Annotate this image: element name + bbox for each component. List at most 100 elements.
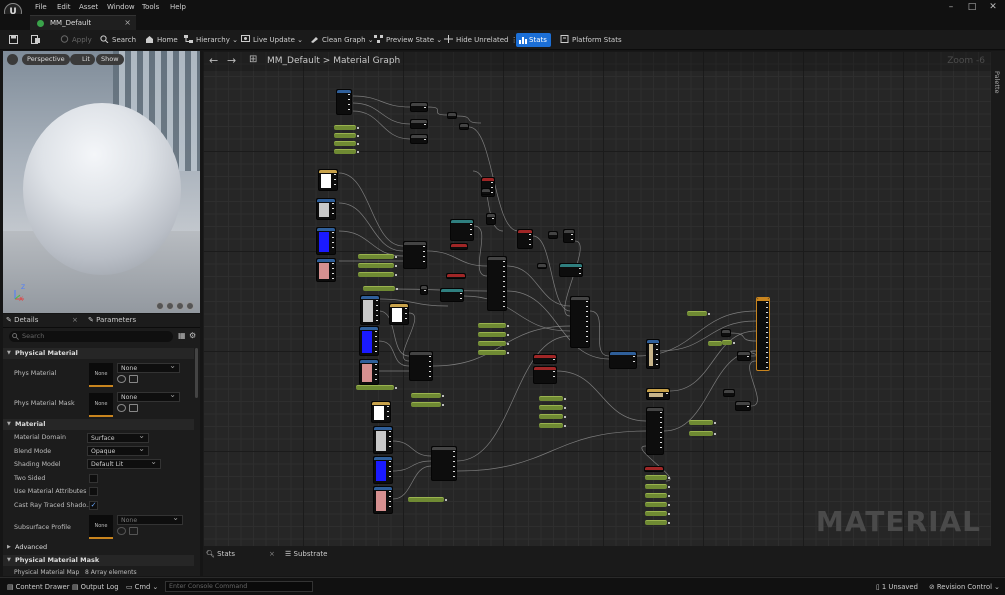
- graph-node[interactable]: [389, 303, 409, 325]
- minimize-button[interactable]: –: [944, 2, 958, 12]
- graph-node[interactable]: [486, 213, 496, 225]
- constant-node[interactable]: [689, 420, 716, 425]
- graph-node[interactable]: [723, 389, 735, 397]
- phys-material-dropdown[interactable]: None: [117, 361, 180, 373]
- menu-window[interactable]: Window: [107, 3, 135, 11]
- graph-node[interactable]: [487, 256, 507, 311]
- graph-node[interactable]: [373, 426, 393, 454]
- constant-node[interactable]: [356, 385, 397, 390]
- palette-tab[interactable]: Palette: [993, 71, 1001, 94]
- graph-node[interactable]: [318, 169, 338, 191]
- details-scrollbar[interactable]: [195, 348, 198, 398]
- browse-profile-icon[interactable]: [129, 527, 138, 535]
- use-selected-mask-icon[interactable]: [117, 404, 126, 412]
- constant-node[interactable]: [411, 402, 444, 407]
- graph-node[interactable]: [316, 258, 336, 282]
- show-button[interactable]: Show: [96, 54, 124, 65]
- constant-node[interactable]: [539, 405, 566, 410]
- save-icon[interactable]: [9, 35, 18, 46]
- constant-node[interactable]: [539, 396, 566, 401]
- graph-node[interactable]: [409, 351, 433, 381]
- lit-button[interactable]: Lit: [70, 54, 95, 65]
- cmd-button[interactable]: ▭ Cmd ⌄: [126, 583, 158, 591]
- tab-substrate[interactable]: ☰ Substrate: [285, 550, 327, 558]
- constant-node[interactable]: [722, 340, 735, 345]
- perspective-button[interactable]: Perspective: [22, 54, 70, 65]
- two-sided-checkbox[interactable]: [89, 474, 98, 483]
- back-arrow-icon[interactable]: ←: [209, 54, 218, 67]
- graph-node[interactable]: [646, 339, 660, 369]
- graph-node[interactable]: [359, 359, 379, 385]
- graph-node[interactable]: [371, 401, 391, 423]
- constant-node[interactable]: [645, 475, 670, 480]
- tab-close-button[interactable]: ×: [124, 18, 131, 27]
- menu-tools[interactable]: Tools: [142, 3, 159, 11]
- material-domain-dropdown[interactable]: Surface: [87, 431, 149, 443]
- section-material[interactable]: ▼ Material: [3, 419, 194, 430]
- constant-node[interactable]: [334, 141, 359, 146]
- home-button[interactable]: Home: [145, 35, 178, 44]
- output-log-button[interactable]: ▤ Output Log: [72, 583, 119, 591]
- graph-hierarchy-icon[interactable]: ⊞: [249, 54, 257, 65]
- graph-node[interactable]: [646, 407, 664, 455]
- subsurface-profile-thumbnail[interactable]: None: [89, 515, 113, 539]
- graph-node[interactable]: [646, 388, 670, 400]
- graph-node[interactable]: [459, 123, 469, 130]
- shading-model-dropdown[interactable]: Default Lit: [87, 457, 161, 469]
- menu-help[interactable]: Help: [170, 3, 186, 11]
- graph-node[interactable]: [559, 263, 583, 277]
- preview-state-button[interactable]: Preview State ⌄: [374, 35, 442, 44]
- cylinder-preview-icon[interactable]: [156, 302, 164, 310]
- constant-node[interactable]: [645, 511, 670, 516]
- cast-ray-traced-shadows-checkbox[interactable]: ✓: [89, 501, 98, 510]
- live-update-button[interactable]: Live Update ⌄: [241, 35, 303, 44]
- material-graph-canvas[interactable]: ← → ⊞ MM_Default > Material Graph Zoom -…: [203, 51, 991, 546]
- graph-node[interactable]: [533, 366, 557, 384]
- graph-node[interactable]: [431, 446, 457, 481]
- viewport-menu-button[interactable]: [7, 54, 18, 65]
- blend-mode-dropdown[interactable]: Opaque: [87, 444, 149, 456]
- tab-mm-default[interactable]: MM_Default ×: [30, 15, 136, 30]
- menu-edit[interactable]: Edit: [57, 3, 71, 11]
- graph-node[interactable]: [537, 263, 547, 269]
- constant-node[interactable]: [358, 263, 397, 268]
- graph-node[interactable]: [563, 229, 575, 243]
- graph-node[interactable]: [410, 134, 428, 144]
- close-window-button[interactable]: ✕: [986, 2, 1000, 12]
- graph-node[interactable]: [450, 219, 474, 241]
- constant-node[interactable]: [334, 125, 359, 130]
- constant-node[interactable]: [478, 350, 509, 355]
- constant-node[interactable]: [358, 272, 397, 277]
- table-view-icon[interactable]: ▦: [178, 331, 186, 340]
- section-physical-material-mask[interactable]: ▼ Physical Material Mask: [3, 555, 194, 566]
- graph-node[interactable]: [316, 198, 336, 220]
- apply-button[interactable]: Apply: [60, 35, 92, 44]
- graph-node[interactable]: [373, 456, 393, 484]
- graph-node[interactable]: [440, 288, 464, 302]
- phys-material-mask-thumbnail[interactable]: None: [89, 393, 113, 417]
- constant-node[interactable]: [334, 133, 359, 138]
- use-selected-profile-icon[interactable]: [117, 527, 126, 535]
- subsurface-profile-dropdown[interactable]: None: [117, 513, 183, 525]
- phys-material-thumbnail[interactable]: None: [89, 363, 113, 387]
- constant-node[interactable]: [334, 149, 359, 154]
- constant-node[interactable]: [539, 423, 566, 428]
- details-search-input[interactable]: Search: [9, 331, 173, 342]
- menu-asset[interactable]: Asset: [79, 3, 98, 11]
- graph-node[interactable]: [410, 119, 428, 129]
- hierarchy-button[interactable]: Hierarchy ⌄: [184, 35, 238, 44]
- constant-node[interactable]: [539, 414, 566, 419]
- graph-node[interactable]: [756, 297, 770, 371]
- constant-node[interactable]: [408, 497, 447, 502]
- browse-mask-asset-icon[interactable]: [129, 404, 138, 412]
- constant-node[interactable]: [478, 341, 509, 346]
- clean-graph-button[interactable]: Clean Graph ⌄: [310, 35, 374, 44]
- constant-node[interactable]: [358, 254, 397, 259]
- maximize-button[interactable]: □: [965, 2, 979, 12]
- graph-node[interactable]: [373, 486, 393, 514]
- tab-parameters[interactable]: ✎ Parameters: [88, 316, 136, 324]
- graph-node[interactable]: [533, 354, 557, 364]
- graph-node[interactable]: [447, 112, 457, 119]
- constant-node[interactable]: [478, 323, 509, 328]
- graph-node[interactable]: [316, 227, 336, 255]
